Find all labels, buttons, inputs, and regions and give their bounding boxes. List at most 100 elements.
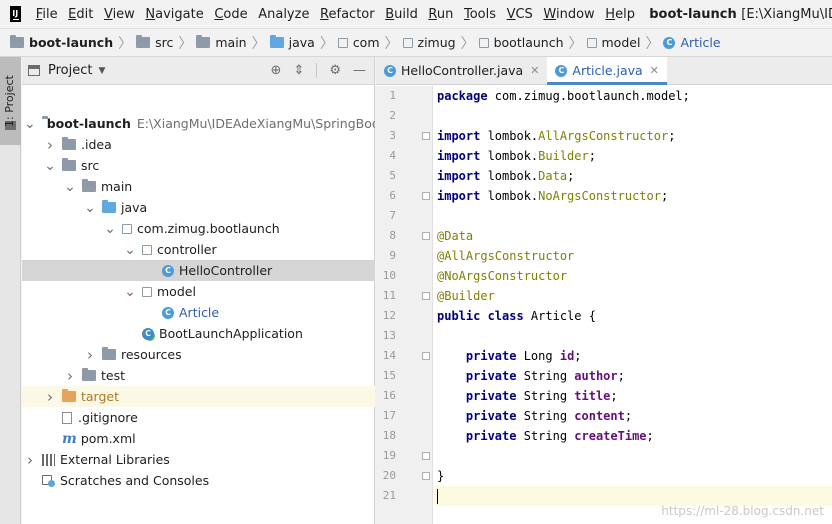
tree-item-label: resources [121,347,182,362]
fold-marker-icon[interactable] [422,232,430,240]
menu-view[interactable]: View [99,0,140,29]
breadcrumb-com[interactable]: com [337,35,380,50]
line-number: 17 [382,409,396,422]
tree-item-controller[interactable]: ⌄ controller [22,239,375,260]
code-line-8[interactable]: @Data [434,226,832,246]
tree-item-pom-xml[interactable]: ›mpom.xml [22,428,375,449]
code-line-9[interactable]: @AllArgsConstructor [434,246,832,266]
code-line-20[interactable]: } [434,466,832,486]
chevron-down-icon[interactable]: ⌄ [124,243,136,257]
tree-item-bootlaunchapplication[interactable]: ›CBootLaunchApplication [22,323,375,344]
menu-edit[interactable]: Edit [63,0,99,29]
tree-item-gitignore[interactable]: ›.gitignore [22,407,375,428]
locate-file-icon[interactable]: ⊕ [271,63,282,78]
project-view-selector[interactable]: Project [48,63,92,78]
breadcrumb-article[interactable]: C Article [663,35,721,50]
tree-item-java[interactable]: ⌄ java [22,197,375,218]
code-line-1[interactable]: package com.zimug.bootlaunch.model; [434,86,832,106]
code-line-10[interactable]: @NoArgsConstructor [434,266,832,286]
code-line-21[interactable] [434,486,832,506]
tree-item-boot-launch[interactable]: ⌄ boot-launch E:\XiangMu\IDEAdeXiangMu\Spr… [22,113,375,134]
code-line-6[interactable]: import lombok.NoArgsConstructor; [434,186,832,206]
tree-item-label: .gitignore [78,410,138,425]
breadcrumb-src[interactable]: src [136,35,173,50]
code-line-12[interactable]: public class Article { [434,306,832,326]
chevron-down-icon[interactable]: ▼ [98,66,105,76]
menu-build[interactable]: Build [380,0,423,29]
menu-window[interactable]: Window [538,0,600,29]
menu-refactor[interactable]: Refactor [315,0,380,29]
code-line-4[interactable]: import lombok.Builder; [434,146,832,166]
project-tool-window-tab[interactable]: 1: Project [0,57,21,145]
tree-item-model[interactable]: ⌄ model [22,281,375,302]
line-number: 18 [382,429,396,442]
tree-item-label: model [157,284,196,299]
code-text: ; [588,149,596,163]
chevron-right-icon[interactable]: › [44,388,56,406]
close-icon[interactable]: ✕ [650,64,659,77]
tree-item-hellocontroller[interactable]: ›CHelloController [22,260,375,281]
code-line-11[interactable]: @Builder [434,286,832,306]
menu-vcs[interactable]: VCS [501,0,538,29]
code-line-5[interactable]: import lombok.Data; [434,166,832,186]
menu-code[interactable]: Code [209,0,253,29]
breadcrumb-main[interactable]: main [196,35,247,50]
chevron-down-icon[interactable]: ⌄ [64,180,76,194]
menu-navigate[interactable]: Navigate [140,0,209,29]
tab-article-java[interactable]: C Article.java ✕ [547,57,668,85]
menu-file[interactable]: File [31,0,63,29]
window-title-project: boot-launch [649,6,737,22]
menu-tools[interactable]: Tools [459,0,502,29]
chevron-down-icon[interactable]: ⌄ [24,117,36,131]
tree-item-scratches-and-consoles[interactable]: ›Scratches and Consoles [22,470,375,491]
code-line-14[interactable]: private Long id; [434,346,832,366]
fold-marker-icon[interactable] [422,192,430,200]
fold-marker-icon[interactable] [422,292,430,300]
collapse-all-icon[interactable]: ⇕ [293,63,304,78]
fold-marker-icon[interactable] [422,452,430,460]
chevron-down-icon[interactable]: ⌄ [44,159,56,173]
breadcrumb-model[interactable]: model [586,35,640,50]
menu-help[interactable]: Help [600,0,640,29]
menu-run[interactable]: Run [423,0,459,29]
breadcrumb-bootlaunch[interactable]: bootlaunch [478,35,564,50]
spring-app-class-icon: C [142,327,154,340]
hide-panel-icon[interactable]: — [353,63,366,78]
import-class: AllArgsConstructor [538,129,669,143]
tree-item-com-zimug-bootlaunch[interactable]: ⌄ com.zimug.bootlaunch [22,218,375,239]
breadcrumb-boot-launch[interactable]: boot-launch [10,35,113,50]
window-title-path: [E:\XiangMu\IDEAdeXiangMu [741,6,832,22]
close-icon[interactable]: ✕ [530,64,539,77]
fold-marker-icon[interactable] [422,132,430,140]
menu-analyze[interactable]: Analyze [253,0,315,29]
tree-item-test[interactable]: › test [22,365,375,386]
code-line-3[interactable]: import lombok.AllArgsConstructor; [434,126,832,146]
chevron-down-icon[interactable]: ⌄ [124,285,136,299]
fold-marker-icon[interactable] [422,352,430,360]
tree-item-idea[interactable]: › .idea [22,134,375,155]
tab-hellocontroller-java[interactable]: C HelloController.java ✕ [376,57,547,84]
file-icon [62,411,72,424]
chevron-right-icon[interactable]: › [84,346,96,364]
breadcrumb-zimug[interactable]: zimug [402,35,456,50]
tree-item-src[interactable]: ⌄ src [22,155,375,176]
code-area[interactable]: package com.zimug.bootlaunch.model; impo… [434,86,832,524]
gear-icon[interactable]: ⚙ [329,63,341,78]
code-line-15[interactable]: private String author; [434,366,832,386]
code-line-16[interactable]: private String title; [434,386,832,406]
breadcrumb-java[interactable]: java [269,35,315,50]
chevron-right-icon[interactable]: › [64,367,76,385]
code-line-17[interactable]: private String content; [434,406,832,426]
tree-item-article[interactable]: ›CArticle [22,302,375,323]
chevron-right-icon[interactable]: › [44,136,56,154]
chevron-right-icon[interactable]: › [24,451,36,469]
fold-marker-icon[interactable] [422,472,430,480]
tree-item-external-libraries[interactable]: › External Libraries [22,449,375,470]
code-line-18[interactable]: private String createTime; [434,426,832,446]
tree-item-target[interactable]: › target [22,386,375,407]
tree-item-label: boot-launch [46,116,131,131]
chevron-down-icon[interactable]: ⌄ [104,222,116,236]
tree-item-resources[interactable]: › resources [22,344,375,365]
chevron-down-icon[interactable]: ⌄ [84,201,96,215]
tree-item-main[interactable]: ⌄ main [22,176,375,197]
